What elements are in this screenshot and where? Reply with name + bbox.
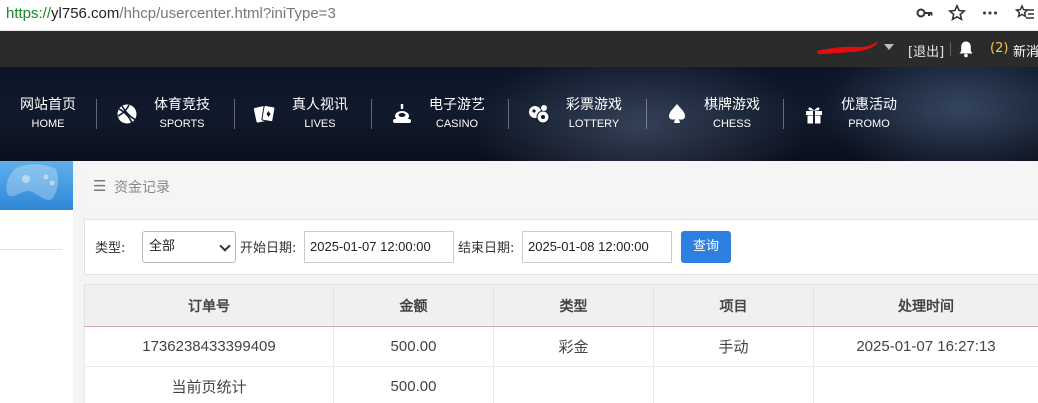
gift-icon — [801, 101, 827, 127]
nav-home[interactable]: 网站首页 HOME — [20, 67, 76, 161]
nav-home-sublabel: HOME — [31, 118, 65, 130]
nav-sports-sublabel: SPORTS — [159, 118, 205, 130]
spade-icon — [664, 101, 690, 127]
chevron-down-icon — [219, 240, 231, 252]
lottery-balls-icon — [526, 101, 552, 127]
amount-cell: 500.00 — [333, 326, 494, 367]
key-icon[interactable] — [914, 4, 936, 26]
summary-amount-cell: 500.00 — [333, 366, 494, 403]
nav-casino-label: 电子游艺 — [429, 97, 485, 113]
nav-lottery[interactable]: 彩票游戏 LOTTERY — [526, 67, 622, 161]
breadcrumb-label: 资金记录 — [114, 180, 170, 196]
table-row: 1736238433399409 500.00 彩金 手动 2025-01-07… — [84, 326, 1038, 367]
basketball-icon — [114, 101, 140, 127]
nav-sports[interactable]: 体育竞技 SPORTS — [114, 67, 210, 161]
address-bar[interactable]: https://yl756.com/hhcp/usercenter.html?i… — [6, 5, 336, 22]
order-number-cell: 1736238433399409 — [84, 326, 334, 367]
table-header-row: 订单号 金额 类型 项目 处理时间 — [84, 284, 1038, 327]
type-label: 类型: — [95, 241, 126, 256]
summary-time-cell — [813, 366, 1038, 403]
nav-divider — [508, 99, 509, 129]
summary-label-cell: 当前页统计 — [84, 366, 334, 403]
column-header-type: 类型 — [493, 284, 654, 327]
url-host: yl756.com — [51, 5, 120, 22]
divider — [950, 42, 951, 56]
nav-divider — [96, 99, 97, 129]
url-scheme: https:// — [6, 5, 52, 22]
nav-lives[interactable]: 真人视讯 LIVES — [252, 67, 348, 161]
bell-icon[interactable] — [958, 40, 974, 58]
nav-chess[interactable]: 棋牌游戏 CHESS — [664, 67, 760, 161]
end-date-input[interactable]: 2025-01-08 12:00:00 — [522, 231, 672, 263]
query-button[interactable]: 查询 — [681, 231, 731, 263]
more-icon[interactable] — [979, 4, 1001, 26]
nav-divider — [646, 99, 647, 129]
nav-casino-sublabel: CASINO — [435, 118, 479, 130]
messages-link[interactable]: 新消 — [1013, 41, 1038, 60]
end-date-label: 结束日期: — [458, 241, 515, 256]
menu-icon[interactable]: ☰ — [93, 177, 106, 195]
nav-divider — [783, 99, 784, 129]
records-table: 订单号 金额 类型 项目 处理时间 1736238433399409 500.0… — [84, 284, 1038, 403]
table-summary-row: 当前页统计 500.00 — [84, 366, 1038, 403]
nav-chess-label: 棋牌游戏 — [704, 97, 760, 113]
browser-toolbar: https://yl756.com/hhcp/usercenter.html?i… — [0, 0, 1038, 31]
start-date-label: 开始日期: — [240, 241, 297, 256]
nav-chess-sublabel: CHESS — [713, 118, 751, 130]
column-header-amount: 金额 — [333, 284, 494, 327]
cards-icon — [252, 101, 278, 127]
redaction-mark — [817, 41, 878, 54]
column-header-time: 处理时间 — [813, 284, 1038, 327]
type-select[interactable]: 全部 — [142, 231, 236, 263]
slot-icon — [389, 101, 415, 127]
nav-promo-label: 优惠活动 — [841, 97, 897, 113]
time-cell: 2025-01-07 16:27:13 — [813, 326, 1038, 367]
favorites-icon[interactable] — [1014, 4, 1036, 26]
item-cell: 手动 — [653, 326, 814, 367]
logout-link[interactable]: [退出] — [908, 41, 944, 60]
nav-lives-sublabel: LIVES — [304, 118, 336, 130]
nav-promo-sublabel: PROMO — [848, 118, 890, 130]
nav-lottery-label: 彩票游戏 — [566, 97, 622, 113]
nav-home-label: 网站首页 — [20, 97, 76, 113]
summary-type-cell — [493, 366, 654, 403]
nav-lottery-sublabel: LOTTERY — [568, 118, 620, 130]
gamepad-icon — [6, 164, 59, 200]
star-icon[interactable] — [946, 3, 968, 26]
nav-lives-label: 真人视讯 — [292, 97, 348, 113]
nav-promo[interactable]: 优惠活动 PROMO — [801, 67, 897, 161]
message-count[interactable]: (2) — [990, 41, 1008, 56]
nav-divider — [371, 99, 372, 129]
url-path: /hhcp/usercenter.html?iniType=3 — [119, 5, 336, 22]
start-date-input[interactable]: 2025-01-07 12:00:00 — [304, 231, 454, 263]
summary-item-cell — [653, 366, 814, 403]
breadcrumb — [84, 161, 1038, 210]
type-cell: 彩金 — [493, 326, 654, 367]
column-header-item: 项目 — [653, 284, 814, 327]
nav-sports-label: 体育竞技 — [154, 97, 210, 113]
user-bar — [0, 31, 1038, 67]
type-select-value: 全部 — [149, 239, 176, 254]
nav-casino[interactable]: 电子游艺 CASINO — [389, 67, 485, 161]
account-dropdown-caret[interactable] — [884, 44, 894, 50]
divider — [0, 249, 62, 250]
column-header-order-no: 订单号 — [84, 284, 334, 327]
sidebar-banner — [0, 161, 73, 210]
nav-divider — [234, 99, 235, 129]
